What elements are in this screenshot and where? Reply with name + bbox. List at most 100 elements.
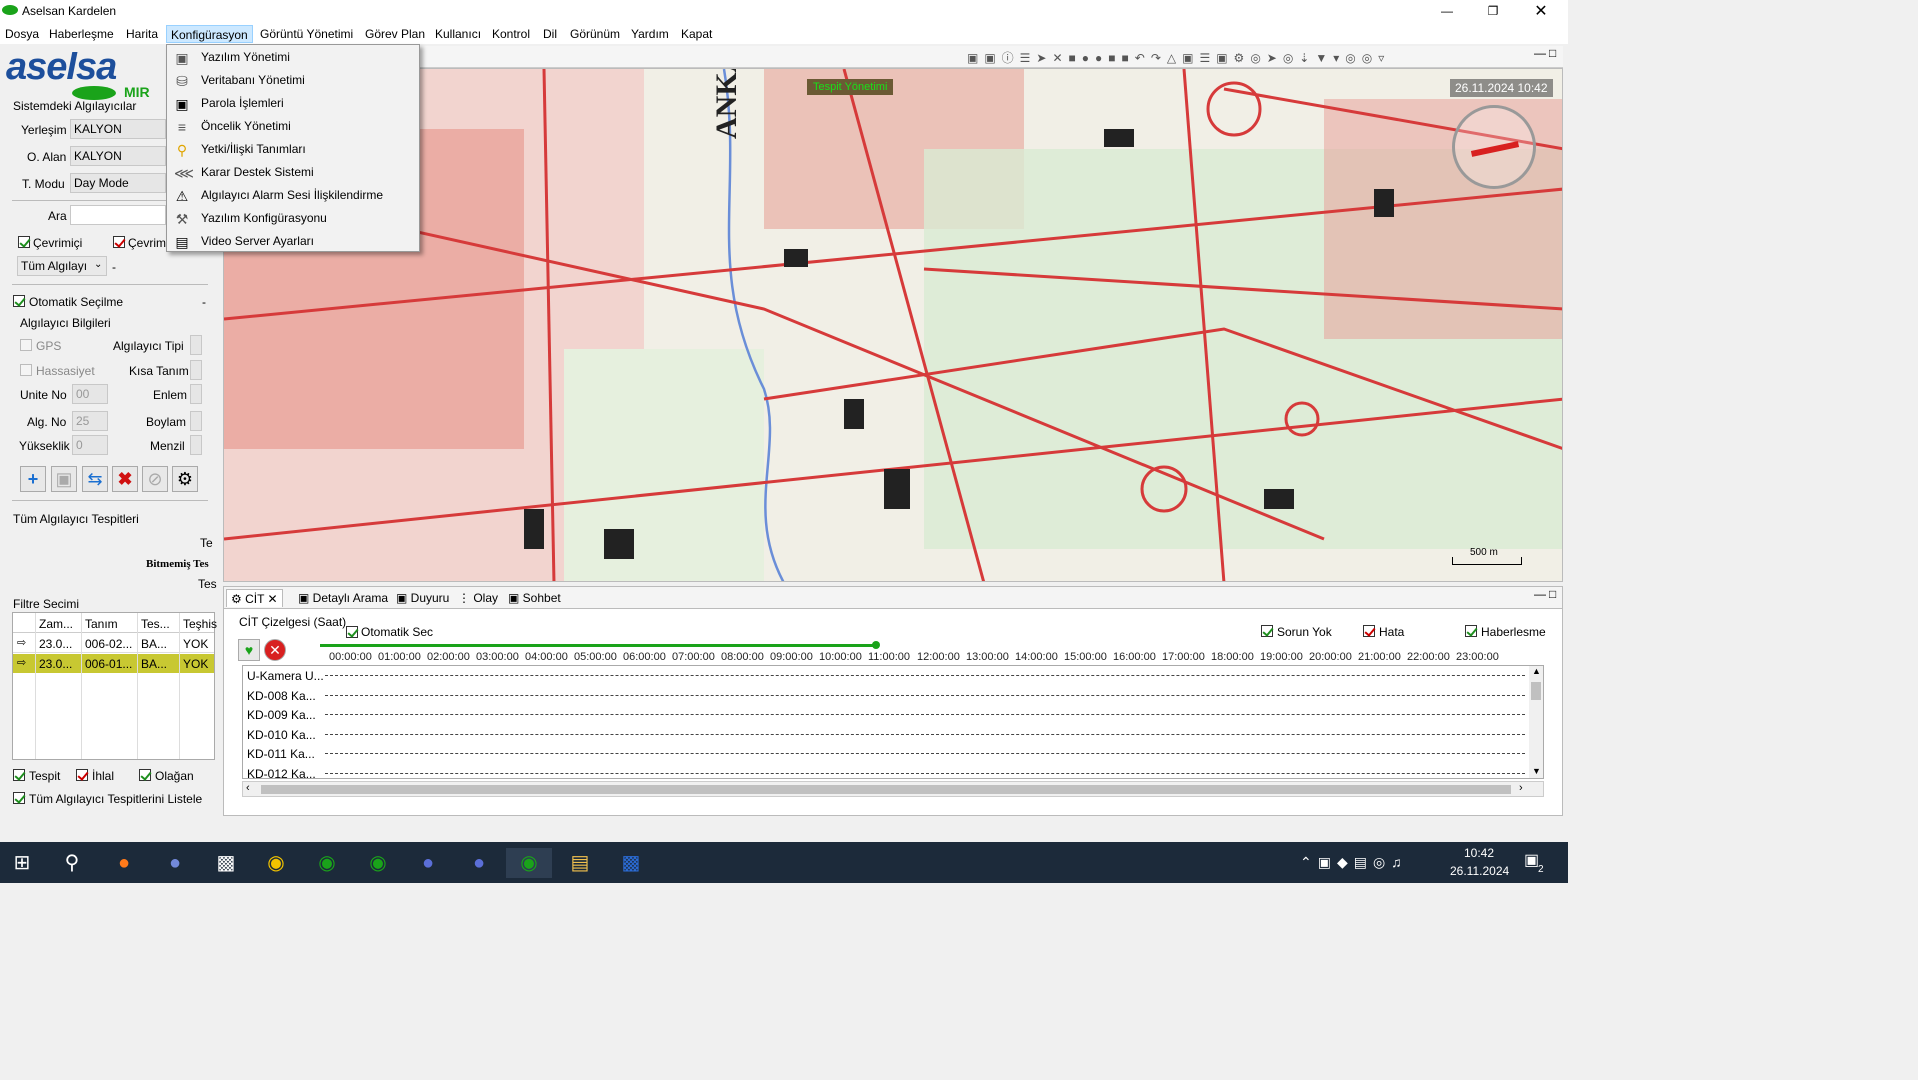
windows-start-icon[interactable]: ⊞	[2, 848, 42, 878]
kardelen-eye-icon[interactable]: ◉	[358, 848, 398, 878]
tab-detayli-arama[interactable]: ▣ Detaylı Arama	[294, 589, 392, 607]
minimize-view-button[interactable]: —	[1534, 46, 1546, 60]
tab-duyuru[interactable]: ▣ Duyuru	[392, 589, 453, 607]
menu-oncelik-yonetimi[interactable]: ≡ Öncelik Yönetimi	[168, 115, 418, 138]
col-tespit[interactable]: Tes...	[141, 617, 170, 631]
tespit-checkbox[interactable]	[13, 769, 25, 781]
firefox-icon[interactable]: ●	[104, 848, 144, 878]
refresh-button[interactable]: ⇆	[82, 466, 108, 492]
clock-date[interactable]: 26.11.2024	[1450, 864, 1509, 878]
menu-kontrol[interactable]: Kontrol	[488, 25, 534, 43]
kardelen-eye-icon[interactable]: ◉	[307, 848, 347, 878]
timeline-row[interactable]: KD-010 Ka...	[243, 725, 1529, 744]
unite-select[interactable]: 00	[72, 384, 108, 404]
map-tool-icons[interactable]: ▣▣ⓘ☰➤✕■●●■■↶↷△▣☰▣⚙◎➤◎⇣▼▾◎◎▿	[967, 49, 1390, 66]
tab-olay[interactable]: ⋮ Olay	[454, 589, 502, 607]
cevrimici-checkbox[interactable]	[18, 236, 30, 248]
timeline-progress-handle[interactable]	[872, 641, 880, 649]
chrome-icon[interactable]: ◉	[256, 848, 296, 878]
scroll-right-icon[interactable]: ›	[1519, 782, 1523, 794]
compass-icon[interactable]	[1452, 105, 1536, 189]
minimize-view-button[interactable]: —	[1534, 587, 1546, 601]
oalan-select[interactable]: KALYON	[70, 146, 166, 166]
timeline-row[interactable]: KD-011 Ka...	[243, 744, 1529, 763]
eclipse-icon[interactable]: ●	[459, 848, 499, 878]
menu-yetki-iliski[interactable]: ⚲ Yetki/İlişki Tanımları	[168, 138, 418, 161]
tab-sohbet[interactable]: ▣ Sohbet	[504, 589, 565, 607]
hassasiyet-checkbox[interactable]	[20, 364, 32, 376]
menu-video-server[interactable]: ▤ Video Server Ayarları	[168, 230, 418, 253]
tab-cit[interactable]: ⚙ CİT ✕	[226, 589, 283, 607]
menu-parola-islemleri[interactable]: ▣ Parola İşlemleri	[168, 92, 418, 115]
tmodu-select[interactable]: Day Mode	[70, 173, 166, 193]
delete-button[interactable]: ✖	[112, 466, 138, 492]
disable-button[interactable]: ⊘	[142, 466, 168, 492]
notification-icon[interactable]: ▣	[1524, 850, 1539, 870]
menzil-field[interactable]	[190, 435, 202, 455]
menu-haberlesme[interactable]: Haberleşme	[45, 25, 118, 43]
word-icon[interactable]: ▩	[611, 848, 651, 878]
file-explorer-icon[interactable]: ▤	[560, 848, 600, 878]
discord-icon[interactable]: ●	[155, 848, 195, 878]
timeline-row[interactable]: KD-009 Ka...	[243, 705, 1529, 724]
listele-checkbox[interactable]	[13, 792, 25, 804]
vertical-scrollbar[interactable]: ▲ ▼	[1529, 666, 1543, 778]
timeline-row[interactable]: KD-008 Ka...	[243, 686, 1529, 705]
timeline-row[interactable]: KD-012 Ka...	[243, 764, 1529, 778]
eclipse-icon[interactable]: ●	[408, 848, 448, 878]
search-icon[interactable]: ⚲	[52, 848, 92, 878]
maximize-view-button[interactable]: □	[1549, 587, 1556, 601]
tespit-yonetimi-label[interactable]: Tespit Yönetimi	[807, 79, 894, 95]
col-zaman[interactable]: Zam...	[39, 617, 73, 631]
search-input[interactable]	[70, 205, 166, 225]
minimize-button[interactable]: —	[1432, 0, 1462, 23]
yerlesim-select[interactable]: KALYON	[70, 119, 166, 139]
clear-button[interactable]: ✕	[264, 639, 286, 661]
scroll-thumb[interactable]	[261, 785, 1511, 794]
menu-gorunum[interactable]: Görünüm	[566, 25, 624, 43]
restore-button[interactable]: ❐	[1478, 0, 1508, 23]
cevrimdisi-checkbox[interactable]	[113, 236, 125, 248]
terminal-icon[interactable]: ▩	[206, 848, 246, 878]
scroll-down-icon[interactable]: ▼	[1532, 766, 1541, 776]
gps-checkbox[interactable]	[20, 339, 32, 351]
settings-button[interactable]: ⚙	[172, 466, 198, 492]
collapse-dash[interactable]: -	[202, 295, 206, 309]
menu-dosya[interactable]: Dosya	[1, 25, 43, 43]
heart-status-button[interactable]: ♥	[238, 639, 260, 661]
menu-karar-destek[interactable]: ⋘ Karar Destek Sistemi	[168, 161, 418, 184]
hata-checkbox[interactable]	[1363, 625, 1375, 637]
col-teshis[interactable]: Teşhis	[183, 617, 217, 631]
table-row[interactable]: ⇨ 23.0... 006-02... BA... YOK	[13, 634, 214, 653]
menu-kapat[interactable]: Kapat	[677, 25, 716, 43]
map-view[interactable]: ANKARA Tespit Yönetimi 26.11.2024 10:42 …	[223, 68, 1563, 582]
kisa-tanim-field[interactable]	[190, 360, 202, 380]
olagan-checkbox[interactable]	[139, 769, 151, 781]
menu-yardim[interactable]: Yardım	[627, 25, 673, 43]
menu-veritabani-yonetimi[interactable]: ⛁ Veritabanı Yönetimi	[168, 69, 418, 92]
scroll-left-icon[interactable]: ‹	[246, 782, 250, 794]
menu-dil[interactable]: Dil	[539, 25, 561, 43]
col-tanim[interactable]: Tanım	[85, 617, 118, 631]
yukseklik-field[interactable]: 0	[72, 435, 108, 455]
haberlesme-checkbox[interactable]	[1465, 625, 1477, 637]
table-row-selected[interactable]: ⇨ 23.0... 006-01... BA... YOK	[13, 654, 214, 673]
menu-gorev-plan[interactable]: Görev Plan	[361, 25, 429, 43]
scroll-up-icon[interactable]: ▲	[1532, 666, 1541, 676]
close-button[interactable]: ✕	[1526, 0, 1556, 23]
menu-kullanici[interactable]: Kullanıcı	[431, 25, 485, 43]
otomatik-secilme-checkbox[interactable]	[13, 295, 25, 307]
tray-icons[interactable]: ⌃▣◆▤◎♫	[1300, 854, 1408, 871]
menu-yazilim-yonetimi[interactable]: ▣ Yazılım Yönetimi	[168, 46, 418, 69]
save-button[interactable]: ▣	[51, 466, 77, 492]
otomatik-sec-checkbox[interactable]	[346, 626, 358, 638]
alg-tipi-field[interactable]	[190, 335, 202, 355]
ihlal-checkbox[interactable]	[76, 769, 88, 781]
timeline-row[interactable]: U-Kamera U...	[243, 666, 1529, 685]
clock-time[interactable]: 10:42	[1464, 846, 1494, 860]
scroll-thumb[interactable]	[1531, 682, 1541, 700]
add-button[interactable]: +	[20, 466, 46, 492]
algno-select[interactable]: 25	[72, 411, 108, 431]
menu-yazilim-konfigurasyonu[interactable]: ⚒ Yazılım Konfigürasyonu	[168, 207, 418, 230]
boylam-field[interactable]	[190, 411, 202, 431]
